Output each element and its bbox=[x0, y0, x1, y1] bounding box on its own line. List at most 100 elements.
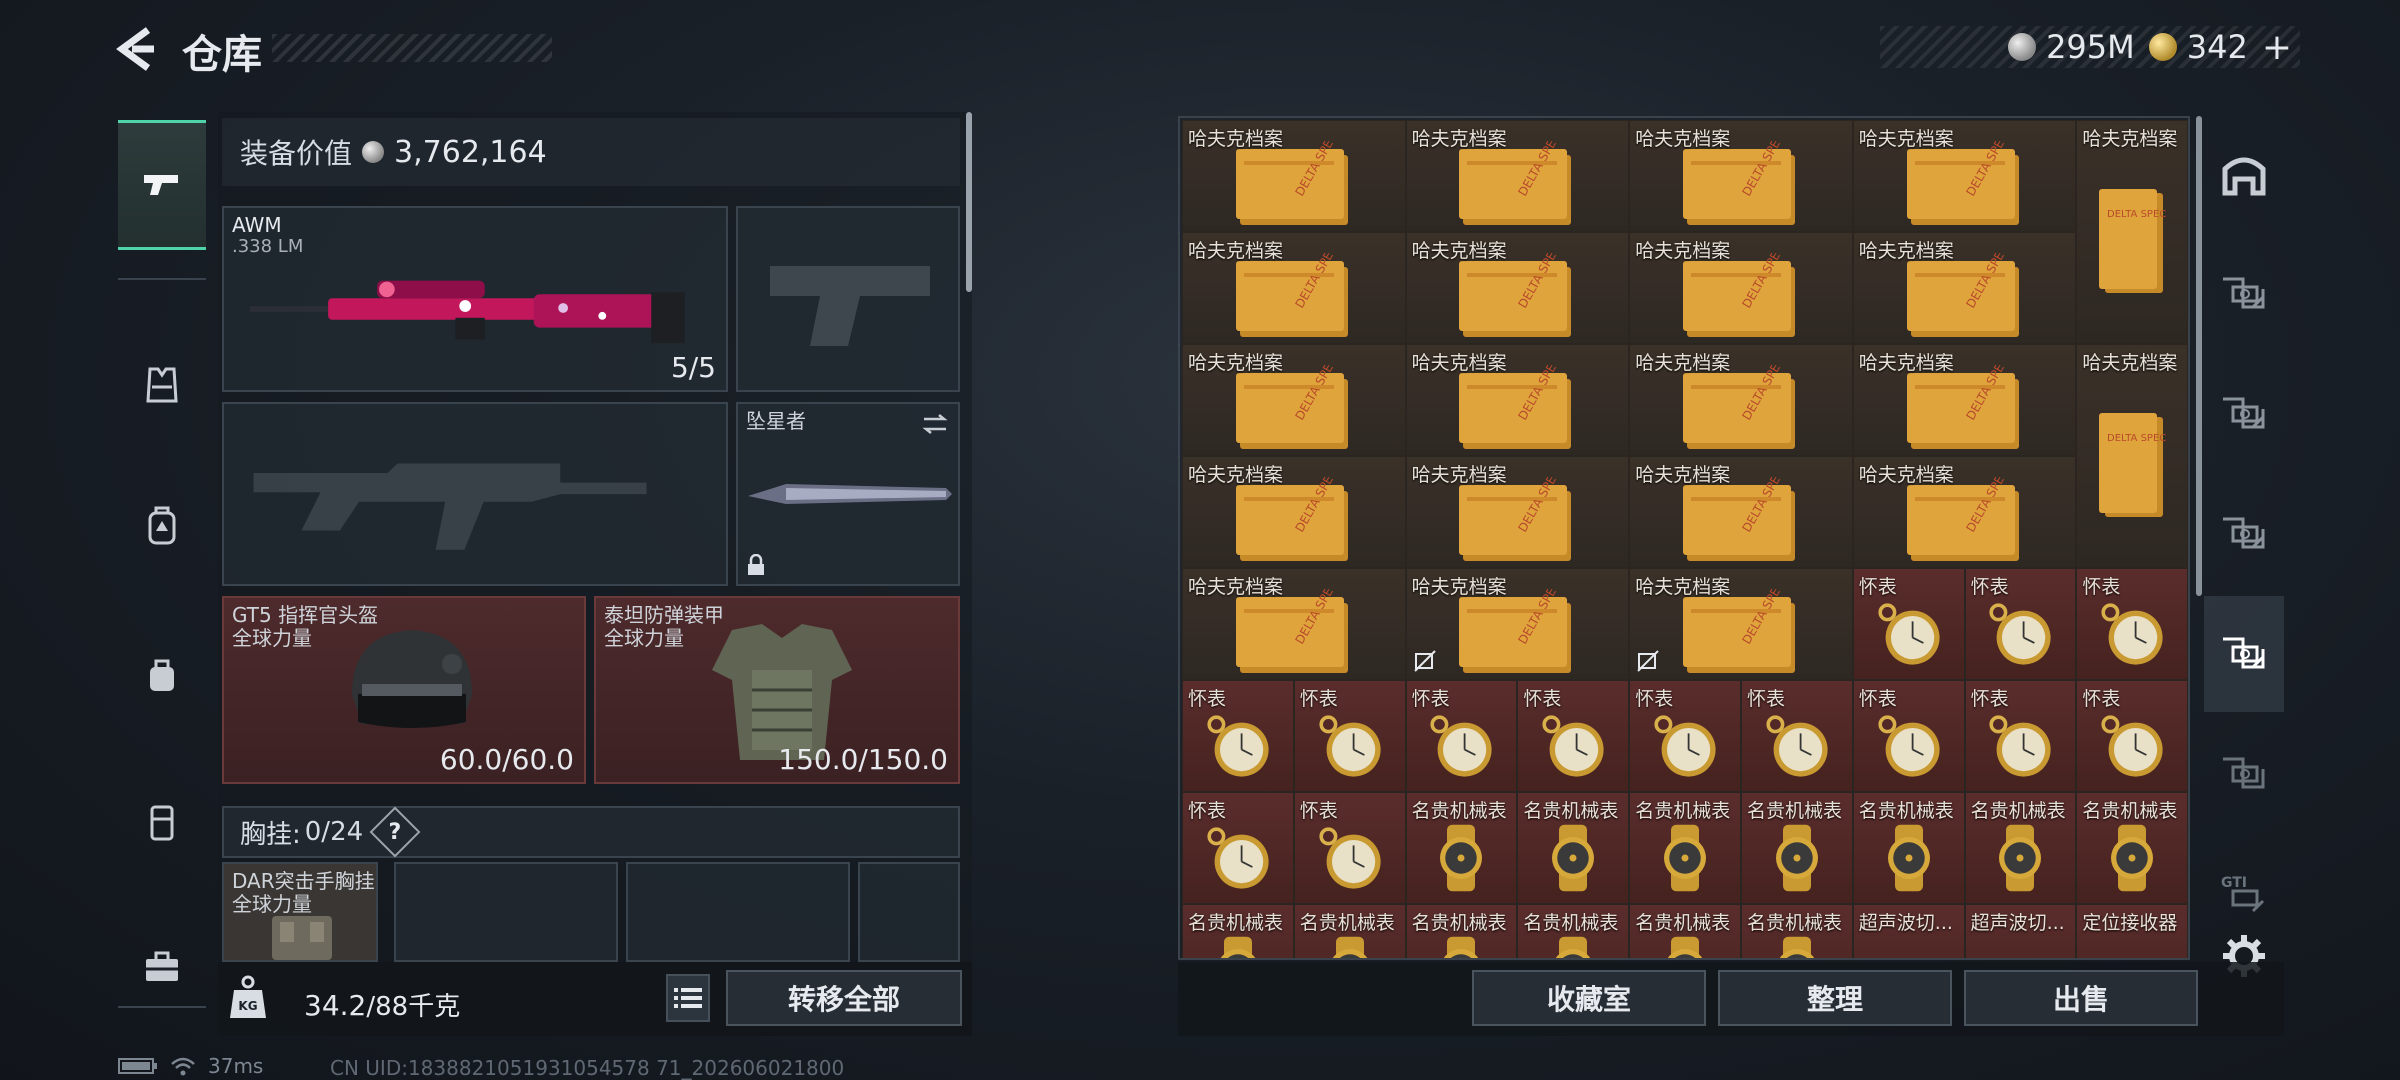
archive-item[interactable]: 哈夫克档案DELTA SPECIAL bbox=[1852, 232, 2077, 344]
archive-item[interactable]: 哈夫克档案DELTA SPECIAL bbox=[1182, 568, 1406, 680]
primary-weapon-slot[interactable]: AWM .338 LM 5/5 bbox=[222, 206, 728, 392]
armor-slot[interactable]: 泰坦防弹装甲 全球力量 150.0/150.0 bbox=[594, 596, 960, 784]
list-view-button[interactable] bbox=[666, 974, 710, 1022]
helmet-slot[interactable]: GT5 指挥官头盔 全球力量 60.0/60.0 bbox=[222, 596, 586, 784]
archive-item[interactable]: 哈夫克档案DELTA SPECIAL bbox=[1629, 456, 1853, 568]
rail-toolbox[interactable] bbox=[118, 902, 206, 1032]
transfer-all-button[interactable]: 转移全部 bbox=[726, 970, 962, 1026]
rail-bag[interactable] bbox=[118, 610, 206, 740]
archive-item[interactable]: 哈夫克档案DELTA SPECIAL bbox=[1405, 456, 1630, 568]
pocket-watch-item[interactable]: 怀表 bbox=[2076, 680, 2188, 792]
swap-icon[interactable] bbox=[920, 412, 950, 436]
rail-case[interactable] bbox=[118, 756, 206, 886]
pocket-watch-item[interactable]: 怀表 bbox=[2076, 568, 2188, 680]
archive-item[interactable]: 哈夫克档案DELTA SPECIAL bbox=[1182, 232, 1406, 344]
tab-storage-2[interactable] bbox=[2204, 356, 2284, 472]
archive-item[interactable]: 哈夫克档案DELTA SPECIAL bbox=[1629, 120, 1853, 232]
rail-vest[interactable] bbox=[118, 320, 206, 450]
tab-home-storage[interactable] bbox=[2204, 116, 2284, 232]
archive-item[interactable]: 哈夫克档案DELTA SPECIAL bbox=[1182, 456, 1406, 568]
locator-receiver-item[interactable]: 定位接收器 bbox=[2076, 904, 2188, 958]
archive-item[interactable]: 哈夫克档案DELTA SPECIAL bbox=[1182, 120, 1406, 232]
pocket-watch-item[interactable]: 怀表 bbox=[1852, 680, 1965, 792]
pocket-watch-icon bbox=[2101, 715, 2163, 777]
chest-slot-2[interactable] bbox=[394, 862, 618, 962]
pocket-watch-item[interactable]: 怀表 bbox=[1741, 680, 1853, 792]
luxury-watch-item[interactable]: 名贵机械表 bbox=[1629, 792, 1741, 904]
archive-item[interactable]: 哈夫克档案DELTA SPECIAL bbox=[1405, 120, 1630, 232]
archive-item[interactable]: 哈夫克档案DELTA SPECIAL bbox=[1405, 232, 1630, 344]
pocket-watch-item[interactable]: 怀表 bbox=[1293, 680, 1406, 792]
pocket-watch-item[interactable]: 怀表 bbox=[1629, 680, 1741, 792]
secondary-rifle-slot[interactable] bbox=[222, 402, 728, 586]
ultrasonic-cutter-item[interactable]: 超声波切... bbox=[1852, 904, 1965, 958]
pocket-watch-item[interactable]: 怀表 bbox=[1182, 792, 1294, 904]
luxury-watch-icon bbox=[1887, 824, 1930, 892]
archive-item[interactable]: 哈夫克档案DELTA SPECIAL bbox=[1405, 568, 1630, 680]
pocket-watch-item[interactable]: 怀表 bbox=[1182, 680, 1294, 792]
chest-slot-4[interactable] bbox=[858, 862, 960, 962]
luxury-watch-icon bbox=[1220, 936, 1256, 958]
storage-box-icon bbox=[2223, 637, 2265, 669]
archive-item[interactable]: 哈夫克档案DELTA SPECIAL bbox=[1629, 568, 1853, 680]
help-button[interactable]: ? bbox=[369, 806, 421, 858]
tab-storage-5[interactable] bbox=[2204, 716, 2284, 832]
archive-item[interactable]: 哈夫克档案DELTA SPECIAL bbox=[1852, 120, 2077, 232]
luxury-watch-item[interactable]: 名贵机械表 bbox=[1293, 904, 1406, 958]
case-icon bbox=[150, 805, 174, 841]
tab-storage-3[interactable] bbox=[2204, 476, 2284, 592]
chest-rig-item[interactable]: DAR突击手胸挂 全球力量 bbox=[222, 862, 378, 962]
item-label: 名贵机械表 bbox=[1523, 800, 1619, 822]
luxury-watch-item[interactable]: 名贵机械表 bbox=[2076, 792, 2188, 904]
collection-room-button[interactable]: 收藏室 bbox=[1472, 970, 1706, 1026]
item-label: 哈夫克档案 bbox=[1635, 352, 1731, 374]
luxury-watch-item[interactable]: 名贵机械表 bbox=[1405, 792, 1518, 904]
archive-item[interactable]: 哈夫克档案DELTA SPECIAL bbox=[2076, 120, 2188, 344]
backpack-icon bbox=[148, 506, 176, 545]
luxury-watch-item[interactable]: 名贵机械表 bbox=[1517, 904, 1630, 958]
pocket-watch-item[interactable]: 怀表 bbox=[1964, 680, 2077, 792]
archive-item[interactable]: 哈夫克档案DELTA SPECIAL bbox=[2076, 344, 2188, 568]
ultrasonic-cutter-item[interactable]: 超声波切... bbox=[1964, 904, 2077, 958]
sell-button[interactable]: 出售 bbox=[1964, 970, 2198, 1026]
archive-folder-icon: DELTA SPECIAL bbox=[1235, 477, 1349, 561]
pocket-watch-item[interactable]: 怀表 bbox=[1517, 680, 1630, 792]
archive-item[interactable]: 哈夫克档案DELTA SPECIAL bbox=[1629, 232, 1853, 344]
luxury-watch-item[interactable]: 名贵机械表 bbox=[1741, 904, 1853, 958]
luxury-watch-item[interactable]: 名贵机械表 bbox=[1517, 792, 1630, 904]
equipment-scrollbar[interactable] bbox=[966, 112, 972, 292]
pocket-watch-item[interactable]: 怀表 bbox=[1852, 568, 1965, 680]
melee-slot[interactable]: 坠星者 bbox=[736, 402, 960, 586]
archive-item[interactable]: 哈夫克档案DELTA SPECIAL bbox=[1852, 344, 2077, 456]
archive-folder-icon: DELTA SPECIAL bbox=[1459, 141, 1573, 225]
pocket-watch-icon bbox=[1878, 603, 1940, 665]
rail-weapons[interactable] bbox=[118, 120, 206, 250]
pocket-watch-item[interactable]: 怀表 bbox=[1293, 792, 1406, 904]
luxury-watch-icon bbox=[1332, 936, 1367, 958]
archive-item[interactable]: 哈夫克档案DELTA SPECIAL bbox=[1629, 344, 1853, 456]
secondary-weapon-slot[interactable] bbox=[736, 206, 960, 392]
luxury-watch-item[interactable]: 名贵机械表 bbox=[1182, 904, 1294, 958]
pocket-watch-item[interactable]: 怀表 bbox=[1405, 680, 1518, 792]
gold-currency[interactable]: 342 + bbox=[2148, 27, 2292, 68]
archive-folder-icon: DELTA SPECIAL bbox=[1235, 141, 1349, 225]
luxury-watch-item[interactable]: 名贵机械表 bbox=[1741, 792, 1853, 904]
archive-item[interactable]: 哈夫克档案DELTA SPECIAL bbox=[1405, 344, 1630, 456]
archive-item[interactable]: 哈夫克档案DELTA SPECIAL bbox=[1852, 456, 2077, 568]
pocket-watch-item[interactable]: 怀表 bbox=[1964, 568, 2077, 680]
luxury-watch-item[interactable]: 名贵机械表 bbox=[1964, 792, 2077, 904]
item-label: 哈夫克档案 bbox=[1188, 352, 1284, 374]
luxury-watch-item[interactable]: 名贵机械表 bbox=[1852, 792, 1965, 904]
chest-slot-3[interactable] bbox=[626, 862, 850, 962]
add-currency-button[interactable]: + bbox=[2262, 27, 2292, 68]
back-button[interactable] bbox=[110, 22, 164, 76]
archive-item[interactable]: 哈夫克档案DELTA SPECIAL bbox=[1182, 344, 1406, 456]
pocket-watch-icon bbox=[1207, 715, 1269, 777]
sort-button[interactable]: 整理 bbox=[1718, 970, 1952, 1026]
luxury-watch-item[interactable]: 名贵机械表 bbox=[1405, 904, 1518, 958]
rail-backpack[interactable] bbox=[118, 460, 206, 590]
tab-storage-1[interactable] bbox=[2204, 236, 2284, 352]
tab-storage-4[interactable] bbox=[2204, 596, 2284, 712]
storage-scrollbar[interactable] bbox=[2196, 116, 2202, 596]
luxury-watch-item[interactable]: 名贵机械表 bbox=[1629, 904, 1741, 958]
